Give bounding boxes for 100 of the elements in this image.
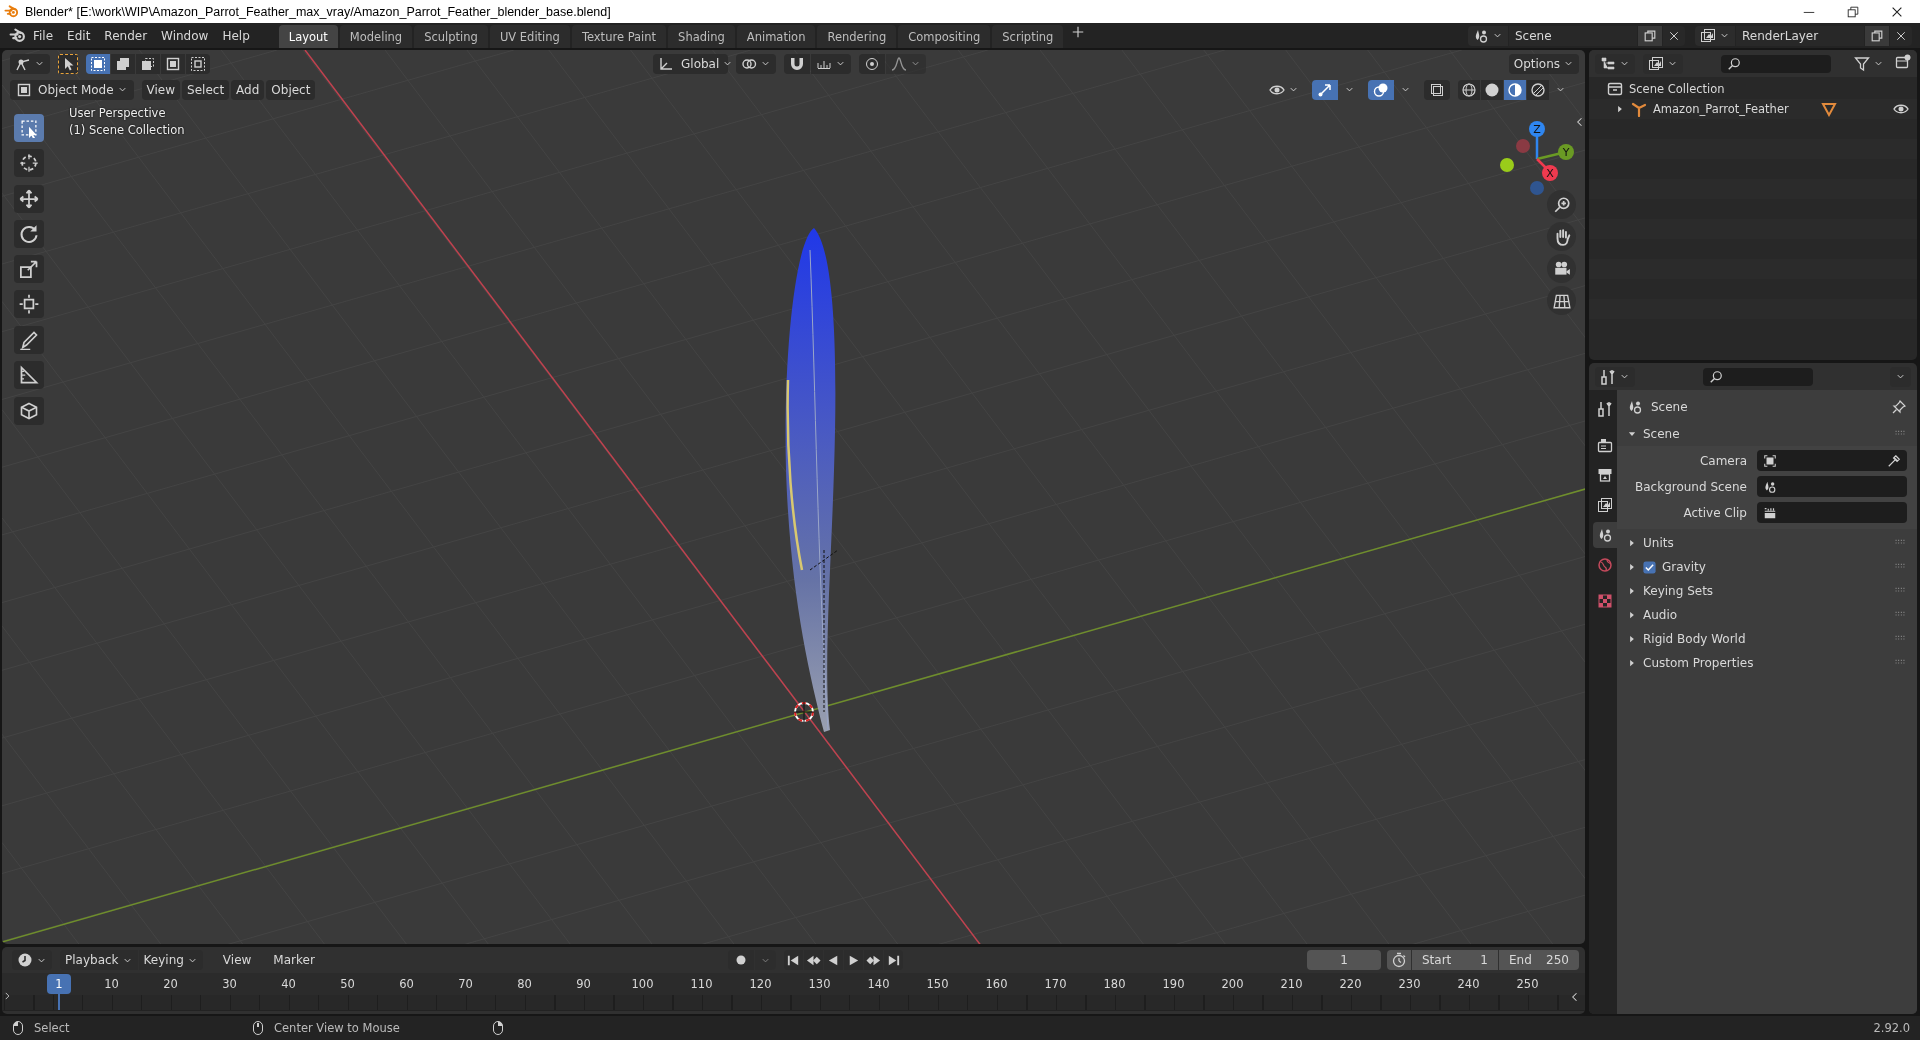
pan-button[interactable] — [1547, 222, 1576, 251]
workspace-tab[interactable]: Rendering — [817, 25, 897, 48]
proportional-edit-toggle[interactable] — [859, 53, 885, 74]
menu-item[interactable]: Object — [266, 79, 316, 100]
selection-mode-button[interactable] — [111, 53, 135, 74]
menu-item[interactable]: View — [212, 950, 262, 970]
eyedropper-icon[interactable] — [1887, 453, 1901, 468]
playback-button[interactable] — [804, 950, 824, 970]
preview-range-toggle[interactable] — [1387, 950, 1411, 970]
view-layer-filter-button[interactable] — [1643, 53, 1683, 74]
playback-button[interactable] — [824, 950, 844, 970]
selection-mode-button[interactable] — [86, 53, 110, 74]
remove-button[interactable] — [1663, 25, 1685, 46]
menu-dropdown[interactable]: Keying — [138, 950, 203, 970]
menu-item[interactable]: Help — [215, 28, 257, 43]
display-mode-button[interactable] — [1595, 53, 1635, 74]
restore-icon[interactable] — [1846, 4, 1860, 19]
shading-mode-button[interactable] — [1527, 79, 1549, 100]
projection-toggle[interactable] — [1547, 286, 1576, 315]
object-field[interactable] — [1757, 450, 1907, 471]
playback-button[interactable] — [844, 950, 864, 970]
workspace-tab[interactable]: Sculpting — [414, 25, 488, 48]
shading-mode-button[interactable] — [1458, 79, 1480, 100]
workspace-tab[interactable]: Scripting — [992, 25, 1064, 48]
selection-mode-button[interactable] — [161, 53, 185, 74]
add-workspace-icon[interactable] — [1071, 25, 1086, 39]
transform-orientation-dropdown[interactable]: Global — [653, 53, 728, 74]
pin-icon[interactable] — [1891, 399, 1907, 415]
object-field[interactable] — [1757, 502, 1907, 523]
tool-button[interactable] — [14, 220, 44, 248]
tool-button[interactable] — [14, 397, 44, 425]
view-layer-name-field[interactable]: RenderLayer — [1736, 25, 1864, 46]
duplicate-button[interactable] — [1865, 25, 1889, 46]
menu-item[interactable]: Window — [154, 28, 216, 43]
object-field[interactable] — [1757, 476, 1907, 497]
menu-item[interactable]: Edit — [60, 28, 98, 43]
checkbox[interactable] — [1643, 560, 1656, 574]
record-button[interactable] — [728, 950, 755, 970]
tool-button[interactable] — [14, 361, 44, 389]
camera-view-button[interactable] — [1547, 254, 1576, 283]
pivot-point-button[interactable] — [736, 53, 776, 74]
search-field[interactable] — [1721, 54, 1831, 73]
tool-button[interactable] — [14, 326, 44, 354]
navigation-gizmo[interactable] — [1500, 121, 1574, 195]
scene-browse-button[interactable] — [1468, 25, 1508, 46]
snap-target-button[interactable] — [811, 53, 851, 74]
editor-type-button[interactable] — [10, 53, 50, 74]
tool-button[interactable] — [14, 149, 44, 177]
selection-mode-button[interactable] — [136, 53, 160, 74]
editor-type-button[interactable] — [1595, 366, 1635, 387]
menu-item[interactable]: Marker — [263, 950, 325, 970]
options-dropdown[interactable]: Options — [1508, 53, 1579, 74]
chevron-icon[interactable] — [1574, 116, 1585, 128]
search-field[interactable] — [1703, 367, 1813, 386]
outliner-item[interactable]: Amazon_Parrot_Feather — [1653, 102, 1789, 116]
xray-toggle[interactable] — [1424, 79, 1450, 100]
snap-toggle[interactable] — [784, 53, 810, 74]
new-collection-icon[interactable] — [1895, 53, 1911, 70]
current-frame-field[interactable]: 1 — [1307, 950, 1381, 970]
workspace-tab[interactable]: Shading — [668, 25, 735, 48]
tool-button[interactable] — [14, 255, 44, 283]
playback-button[interactable] — [864, 950, 884, 970]
zoom-button[interactable] — [1547, 190, 1576, 219]
gizmo-toggle[interactable] — [1312, 79, 1338, 100]
workspace-tab[interactable]: Animation — [736, 25, 816, 48]
remove-button[interactable] — [1890, 25, 1912, 46]
active-tool-button[interactable] — [58, 53, 78, 74]
outliner-item[interactable]: Scene Collection — [1629, 82, 1725, 96]
duplicate-button[interactable] — [1638, 25, 1662, 46]
properties-tab[interactable] — [1593, 522, 1617, 548]
scene-name-field[interactable]: Scene — [1509, 25, 1637, 46]
editor-type-button[interactable] — [12, 950, 52, 970]
workspace-tab[interactable]: Modeling — [339, 25, 413, 48]
mode-dropdown[interactable]: Object Mode — [10, 79, 134, 100]
shading-mode-button[interactable] — [1481, 79, 1503, 100]
playhead[interactable]: 1 — [47, 974, 71, 994]
workspace-tab[interactable]: Compositing — [898, 25, 991, 48]
overlay-toggle[interactable] — [1368, 79, 1394, 100]
workspace-tab[interactable]: Texture Paint — [571, 25, 667, 48]
tool-button[interactable] — [14, 185, 44, 213]
falloff-button[interactable] — [886, 53, 926, 74]
playback-button[interactable] — [784, 950, 804, 970]
end-frame-field[interactable]: End 250 — [1499, 950, 1579, 970]
menu-item[interactable]: Add — [231, 79, 265, 100]
selection-mode-button[interactable] — [186, 53, 210, 74]
menu-item[interactable]: Render — [97, 28, 155, 43]
start-frame-field[interactable]: Start 1 — [1412, 950, 1498, 970]
view-layer-browse-button[interactable] — [1695, 25, 1735, 46]
tool-button[interactable] — [14, 114, 44, 142]
app-logo-icon[interactable] — [9, 27, 26, 44]
workspace-tab[interactable]: UV Editing — [489, 25, 570, 48]
menu-item[interactable]: File — [26, 28, 61, 43]
menu-dropdown[interactable]: Playback — [60, 950, 138, 970]
shading-mode-button[interactable] — [1504, 79, 1526, 100]
workspace-tab[interactable]: Layout — [278, 25, 338, 48]
tool-button[interactable] — [14, 290, 44, 318]
chevron-icon[interactable] — [2, 991, 12, 1001]
menu-item[interactable]: Select — [182, 79, 230, 100]
menu-item[interactable]: View — [141, 79, 181, 100]
playback-button[interactable] — [884, 950, 904, 970]
